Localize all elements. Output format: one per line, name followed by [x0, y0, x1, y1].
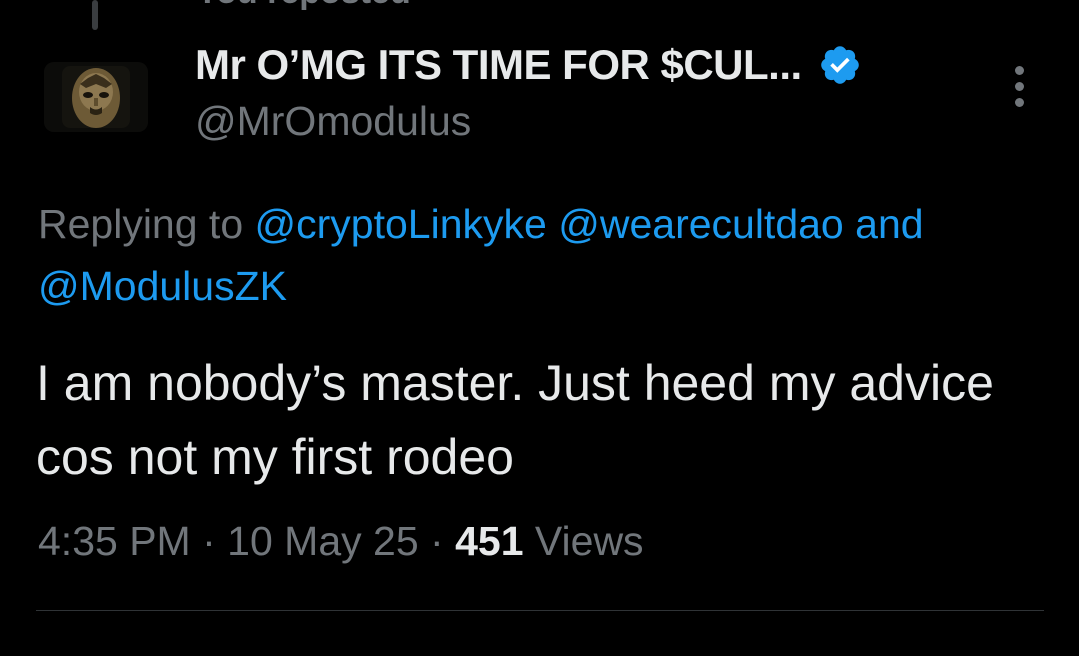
reply-context: Replying to @cryptoLinkyke @wearecultdao…: [38, 193, 1048, 317]
repost-indicator: You reposted: [196, 0, 411, 12]
reply-mention-link[interactable]: @wearecultdao: [558, 201, 844, 247]
more-dot: [1014, 65, 1024, 75]
author-handle[interactable]: @MrOmodulus: [195, 98, 471, 145]
views-count[interactable]: 451: [455, 518, 523, 564]
author-display-name[interactable]: Mr O’MG ITS TIME FOR $CUL...: [195, 41, 802, 89]
thread-line: [92, 0, 98, 30]
replying-to-label: Replying to: [38, 201, 244, 247]
meta-separator: ·: [202, 518, 216, 564]
more-options-icon[interactable]: [1002, 62, 1036, 110]
tweet-date[interactable]: 10 May 25: [227, 518, 418, 564]
more-dot: [1014, 81, 1024, 91]
author-name-row[interactable]: Mr O’MG ITS TIME FOR $CUL...: [195, 40, 862, 90]
tweet-text: I am nobody’s master. Just heed my advic…: [36, 355, 994, 485]
tweet-time[interactable]: 4:35 PM: [38, 518, 191, 564]
avatar[interactable]: [44, 62, 148, 132]
reply-mention-link[interactable]: @ModulusZK: [38, 263, 287, 309]
divider: [36, 610, 1044, 611]
reply-mention-link[interactable]: @cryptoLinkyke: [255, 201, 547, 247]
reply-conjunction: and: [855, 201, 924, 247]
verified-badge-icon[interactable]: [818, 43, 862, 87]
more-dot: [1014, 97, 1024, 107]
views-label[interactable]: Views: [535, 518, 644, 564]
meta-separator: ·: [430, 518, 444, 564]
tweet-meta: 4:35 PM · 10 May 25 · 451 Views: [38, 518, 644, 565]
